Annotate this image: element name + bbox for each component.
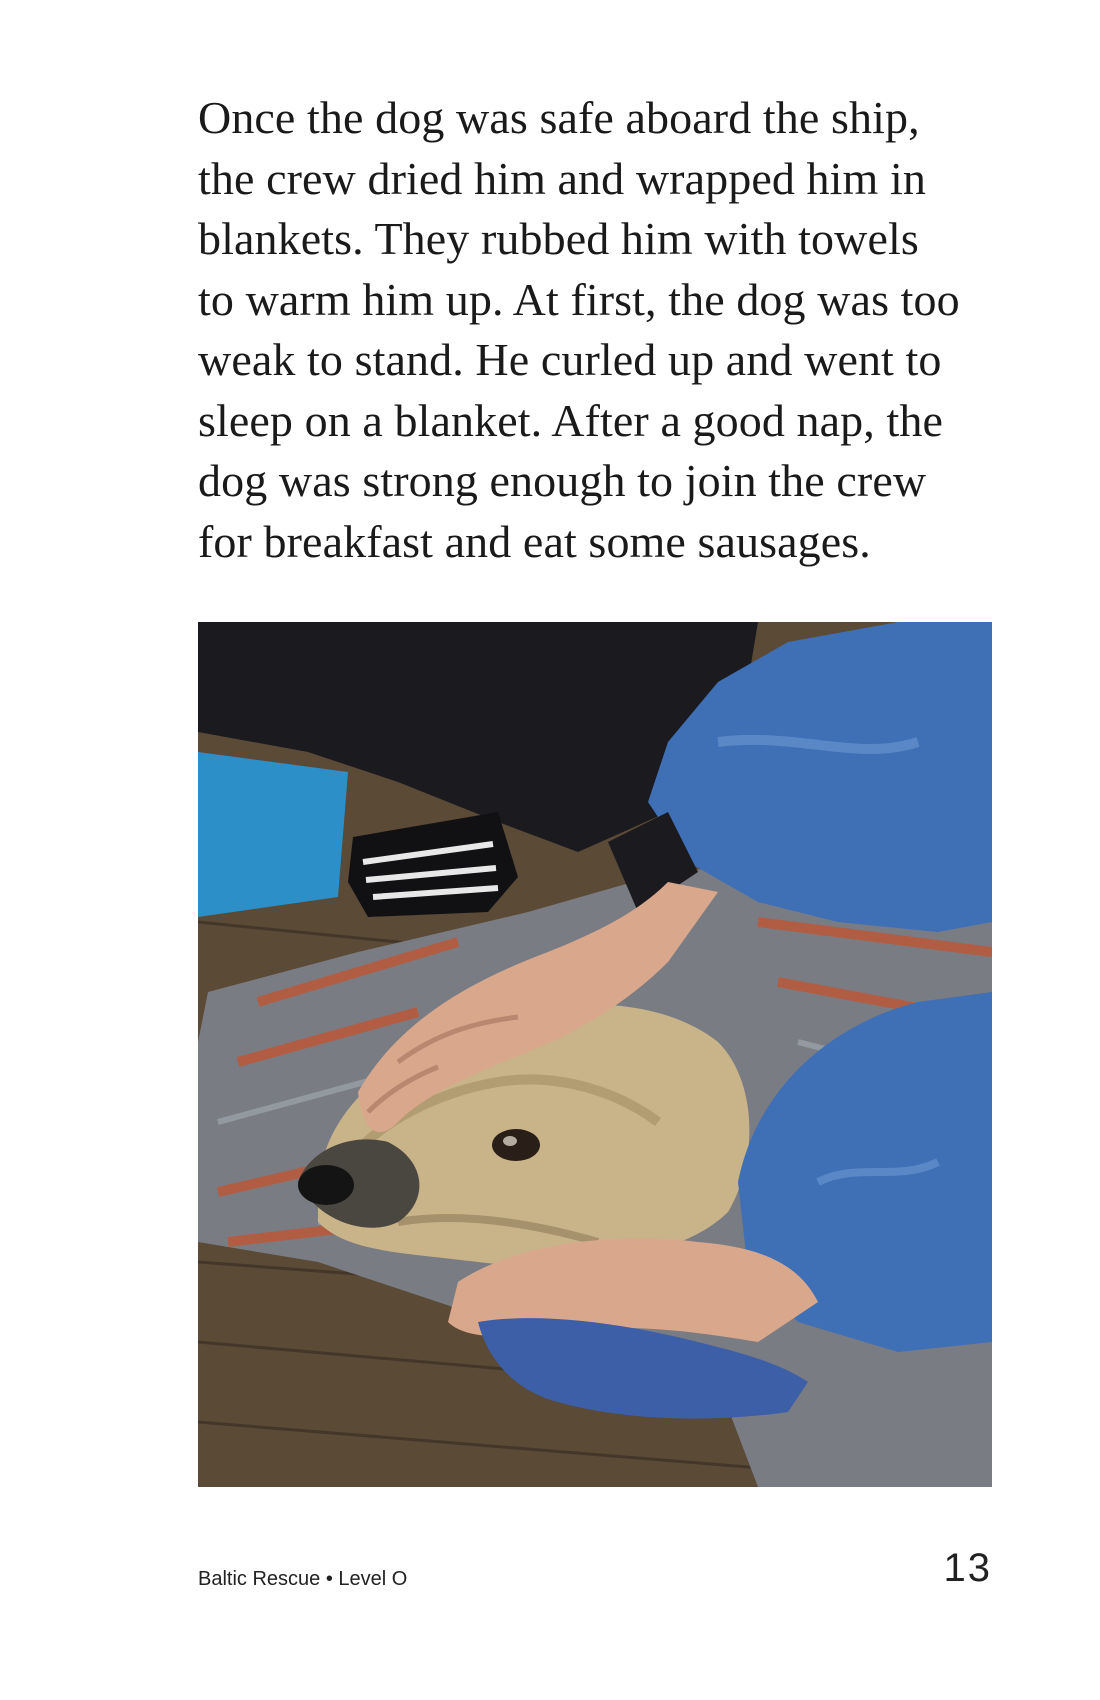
- dog-nose: [298, 1165, 354, 1205]
- blue-bin: [198, 752, 348, 917]
- dog-eye: [492, 1129, 540, 1161]
- story-line: weak to stand. He curled up and went to: [198, 334, 942, 385]
- page-number: 13: [943, 1546, 992, 1590]
- story-line: the crew dried him and wrapped him in: [198, 152, 926, 204]
- story-line: for breakfast and eat some sausages.: [198, 515, 871, 567]
- dog-rescue-photo: [198, 622, 992, 1487]
- story-paragraph: Once the dog was safe aboard the ship, t…: [198, 88, 1018, 572]
- story-line: sleep on a blanket. After a good nap, th…: [198, 394, 943, 446]
- story-line: to warm him up. At first, the dog was to…: [198, 273, 960, 325]
- story-line: dog was strong enough to join the crew: [198, 455, 927, 506]
- book-page: Once the dog was safe aboard the ship, t…: [0, 0, 1100, 1700]
- story-line: blankets. They rubbed him with towels: [198, 213, 919, 264]
- footer-book-title: Baltic Rescue • Level O: [198, 1568, 408, 1590]
- photo-illustration: [198, 622, 992, 1487]
- story-line: Once the dog was safe aboard the ship,: [198, 92, 920, 143]
